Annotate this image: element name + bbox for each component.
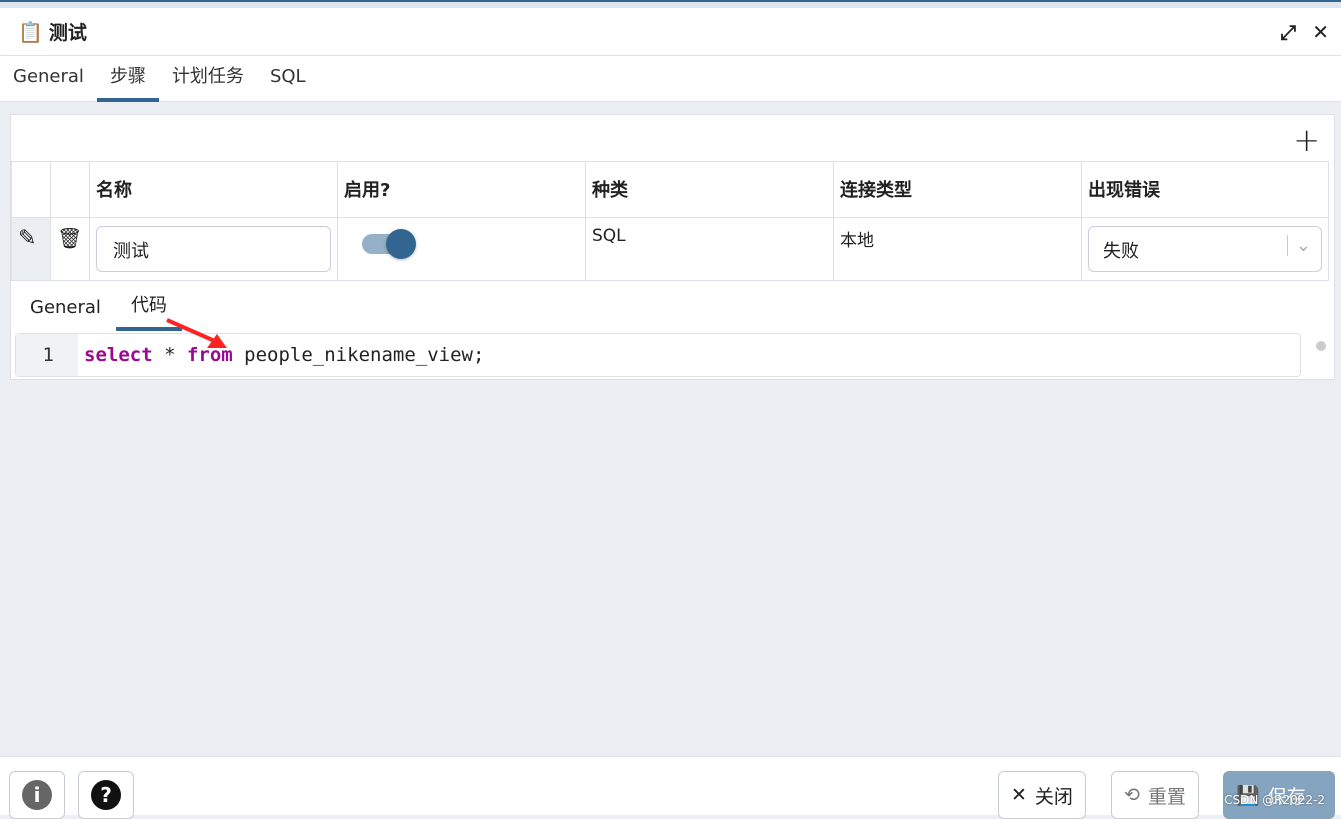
info-icon: i xyxy=(22,780,52,810)
step-kind: SQL xyxy=(585,217,834,281)
main-tabs: General 步骤 计划任务 SQL xyxy=(0,56,1341,102)
on-error-select[interactable]: 失败 ⌄ xyxy=(1088,226,1322,272)
step-connection: 本地 xyxy=(833,217,1082,281)
header-kind: 种类 xyxy=(585,161,834,218)
on-error-value: 失败 xyxy=(1103,241,1139,262)
help-button[interactable]: ? xyxy=(78,771,134,819)
subtab-general[interactable]: General xyxy=(15,285,116,331)
line-number: 1 xyxy=(16,334,78,376)
info-button[interactable]: i xyxy=(9,771,65,819)
reset-icon: ⟲ xyxy=(1124,784,1140,806)
reset-button[interactable]: ⟲ 重置 xyxy=(1111,771,1199,819)
scrollbar[interactable] xyxy=(1316,341,1326,351)
dialog-titlebar: 📋 测试 ⤢ ✕ xyxy=(0,8,1341,56)
annotation-arrow xyxy=(166,318,227,348)
trash-icon[interactable]: 🗑 xyxy=(50,217,90,281)
close-icon[interactable]: ✕ xyxy=(1312,20,1329,44)
header-enabled: 启用? xyxy=(337,161,586,218)
top-strip xyxy=(0,0,1341,8)
clipboard-list-icon: 📋 xyxy=(18,19,43,44)
chevron-down-icon: ⌄ xyxy=(1286,235,1311,256)
code-line: select * from people_nikename_view; xyxy=(84,344,485,366)
tab-general[interactable]: General xyxy=(0,56,97,102)
step-name-input[interactable]: 测试 xyxy=(96,226,331,272)
steps-table: 名称 启用? 种类 连接类型 出现错误 ✎ 🗑 测试 SQL 本地 失败 ⌄ xyxy=(11,161,1329,281)
header-connection: 连接类型 xyxy=(833,161,1082,218)
table-row: ✎ 🗑 测试 SQL 本地 失败 ⌄ xyxy=(11,217,1329,281)
dialog-title: 测试 xyxy=(48,22,87,44)
tab-steps[interactable]: 步骤 xyxy=(96,56,159,102)
close-label: 关闭 xyxy=(1034,785,1073,808)
tab-sql[interactable]: SQL xyxy=(257,56,319,102)
tab-schedules[interactable]: 计划任务 xyxy=(159,56,257,102)
enabled-toggle[interactable] xyxy=(362,229,416,259)
maximize-icon[interactable]: ⤢ xyxy=(1280,20,1296,44)
close-icon: ✕ xyxy=(1011,784,1027,806)
add-step-button[interactable]: + xyxy=(1293,121,1320,159)
close-button[interactable]: ✕ 关闭 xyxy=(998,771,1086,819)
reset-label: 重置 xyxy=(1147,785,1186,808)
watermark: CSDN @R2022-2 xyxy=(1224,793,1325,807)
help-icon: ? xyxy=(91,780,121,810)
header-on-error: 出现错误 xyxy=(1081,161,1329,218)
header-name: 名称 xyxy=(89,161,338,218)
dialog-footer: i ? ✕ 关闭 ⟲ 重置 💾 保存 CSDN @R2022-2 xyxy=(0,756,1341,819)
edit-icon[interactable]: ✎ xyxy=(11,217,51,281)
